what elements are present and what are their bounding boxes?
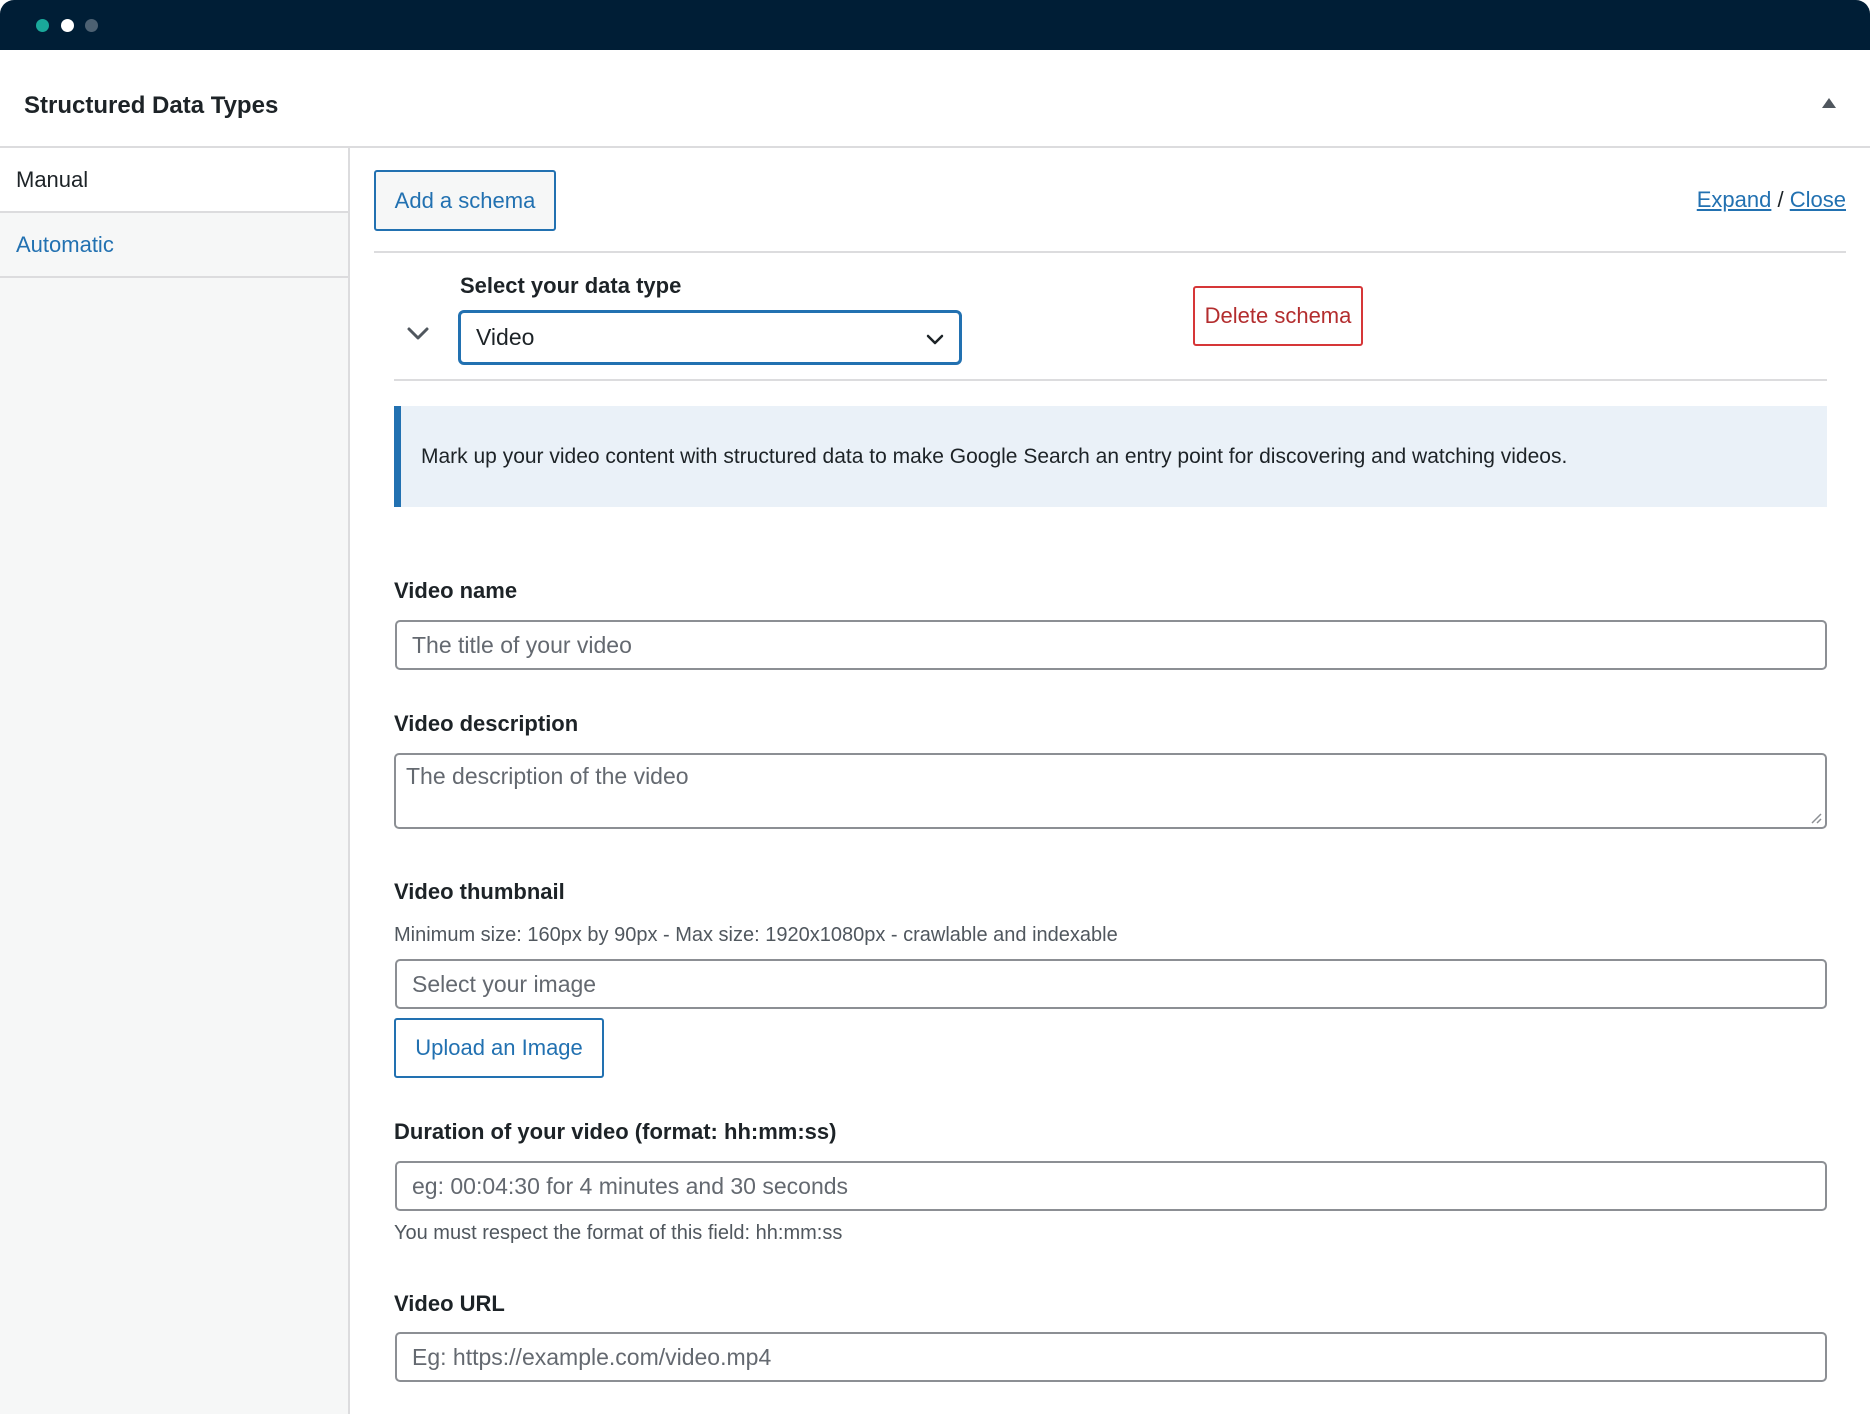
schema-notice: Mark up your video content with structur… bbox=[394, 406, 1827, 507]
chevron-down-icon bbox=[926, 334, 944, 345]
sidebar-item-manual[interactable]: Manual bbox=[0, 148, 348, 213]
schema-divider bbox=[394, 379, 1827, 381]
window-dot-green[interactable] bbox=[36, 19, 49, 32]
video-name-label: Video name bbox=[394, 578, 518, 603]
video-description-textarea[interactable]: The description of the video bbox=[394, 753, 1827, 829]
sidebar-item-automatic[interactable]: Automatic bbox=[0, 213, 348, 278]
window-dot-white[interactable] bbox=[61, 19, 74, 32]
add-schema-button[interactable]: Add a schema bbox=[374, 170, 556, 231]
toolbar-divider bbox=[374, 251, 1846, 253]
duration-label: Duration of your video (format: hh:mm:ss… bbox=[394, 1119, 837, 1144]
video-description-placeholder: The description of the video bbox=[406, 763, 689, 789]
panel-header: Structured Data Types bbox=[0, 50, 1870, 148]
data-type-label: Select your data type bbox=[460, 273, 682, 298]
duration-help: You must respect the format of this fiel… bbox=[394, 1222, 843, 1244]
collapse-arrow-icon[interactable] bbox=[1822, 98, 1836, 108]
sidebar: Manual Automatic bbox=[0, 148, 350, 1414]
notice-text: Mark up your video content with structur… bbox=[421, 445, 1568, 468]
data-type-selected-value: Video bbox=[476, 324, 535, 350]
video-description-label: Video description bbox=[394, 711, 579, 736]
panel-title: Structured Data Types bbox=[24, 92, 279, 119]
chevron-down-icon[interactable] bbox=[405, 320, 431, 346]
expand-close-links: Expand / Close bbox=[1697, 187, 1846, 213]
duration-input[interactable]: eg: 00:04:30 for 4 minutes and 30 second… bbox=[395, 1161, 1827, 1211]
data-type-select[interactable]: Video bbox=[459, 311, 961, 364]
resize-grip-icon[interactable] bbox=[1810, 812, 1822, 824]
video-url-input[interactable]: Eg: https://example.com/video.mp4 bbox=[395, 1332, 1827, 1382]
expand-close-separator: / bbox=[1777, 187, 1784, 212]
video-url-placeholder: Eg: https://example.com/video.mp4 bbox=[412, 1344, 772, 1370]
video-url-label: Video URL bbox=[394, 1291, 505, 1316]
window-dot-gray[interactable] bbox=[85, 19, 98, 32]
video-thumbnail-label: Video thumbnail bbox=[394, 879, 565, 904]
video-thumbnail-help: Minimum size: 160px by 90px - Max size: … bbox=[394, 924, 1118, 946]
video-name-placeholder: The title of your video bbox=[412, 632, 632, 658]
upload-image-button[interactable]: Upload an Image bbox=[394, 1018, 604, 1078]
expand-link[interactable]: Expand bbox=[1697, 187, 1772, 212]
video-thumbnail-placeholder: Select your image bbox=[412, 971, 597, 997]
delete-schema-button[interactable]: Delete schema bbox=[1193, 286, 1363, 346]
video-name-input[interactable]: The title of your video bbox=[395, 620, 1827, 670]
window-titlebar bbox=[0, 0, 1870, 50]
video-thumbnail-input[interactable]: Select your image bbox=[395, 959, 1827, 1009]
duration-placeholder: eg: 00:04:30 for 4 minutes and 30 second… bbox=[412, 1173, 849, 1199]
close-link[interactable]: Close bbox=[1790, 187, 1846, 212]
